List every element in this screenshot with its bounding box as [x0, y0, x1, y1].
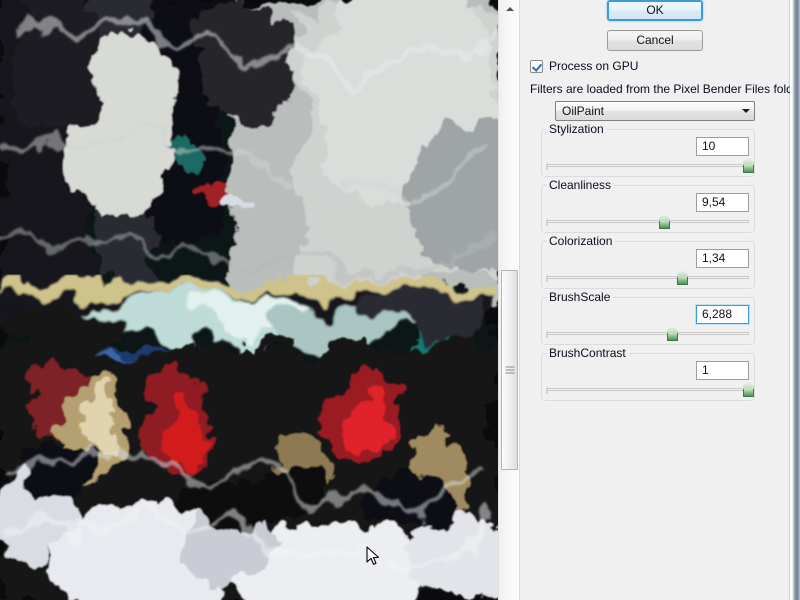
process-on-gpu-checkbox-row[interactable]: Process on GPU — [530, 59, 638, 73]
filters-folder-hint: Filters are loaded from the Pixel Bender… — [530, 82, 800, 96]
slider-track-stylization[interactable] — [546, 164, 749, 167]
slider-thumb-colorization[interactable] — [677, 270, 688, 285]
scrollbar-thumb[interactable] — [501, 270, 518, 470]
ok-button[interactable]: OK — [607, 0, 703, 21]
slider-group-cleanliness: Cleanliness9,54 — [541, 185, 755, 233]
slider-track-cleanliness[interactable] — [546, 220, 749, 223]
slider-thumb-body — [659, 221, 670, 229]
filter-controls-panel: OK Cancel Process on GPU Filters are loa… — [520, 0, 790, 600]
filter-select-dropdown[interactable]: OilPaint — [555, 101, 755, 121]
preview-vertical-scrollbar[interactable] — [498, 0, 520, 600]
slider-track-colorization[interactable] — [546, 276, 749, 279]
slider-thumb-head — [667, 326, 678, 333]
slider-label-colorization: Colorization — [546, 234, 615, 248]
chevron-down-icon[interactable] — [737, 102, 754, 120]
slider-value-input-cleanliness[interactable]: 9,54 — [696, 193, 749, 212]
triangle-up-icon — [506, 7, 514, 11]
slider-thumb-head — [659, 214, 670, 221]
slider-group-stylization: Stylization10 — [541, 129, 755, 177]
grip-lines-icon — [505, 367, 514, 374]
slider-thumb-body — [667, 333, 678, 341]
slider-label-cleanliness: Cleanliness — [546, 178, 614, 192]
slider-track-brushcontrast[interactable] — [546, 388, 749, 391]
slider-value-input-brushscale[interactable]: 6,288 — [696, 305, 749, 324]
slider-thumb-head — [743, 158, 754, 165]
cancel-button[interactable]: Cancel — [607, 30, 703, 51]
slider-thumb-head — [743, 382, 754, 389]
window-right-edge — [790, 0, 800, 600]
filter-select-value: OilPaint — [556, 104, 737, 118]
slider-value-input-stylization[interactable]: 10 — [696, 137, 749, 156]
scroll-up-arrow-button[interactable] — [499, 0, 520, 18]
slider-label-brushcontrast: BrushContrast — [546, 346, 629, 360]
slider-thumb-brushscale[interactable] — [667, 326, 678, 341]
slider-value-input-colorization[interactable]: 1,34 — [696, 249, 749, 268]
filter-dialog-window: OK Cancel Process on GPU Filters are loa… — [0, 0, 800, 600]
oil-paint-preview-art — [0, 0, 498, 600]
slider-group-colorization: Colorization1,34 — [541, 241, 755, 289]
slider-track-brushscale[interactable] — [546, 332, 749, 335]
slider-group-brushcontrast: BrushContrast1 — [541, 353, 755, 401]
slider-label-stylization: Stylization — [546, 122, 607, 136]
slider-group-brushscale: BrushScale6,288 — [541, 297, 755, 345]
slider-thumb-head — [677, 270, 688, 277]
slider-thumb-stylization[interactable] — [743, 158, 754, 173]
slider-thumb-body — [743, 389, 754, 397]
slider-label-brushscale: BrushScale — [546, 290, 613, 304]
slider-thumb-body — [743, 165, 754, 173]
slider-thumb-body — [677, 277, 688, 285]
slider-thumb-cleanliness[interactable] — [659, 214, 670, 229]
filter-preview-image[interactable] — [0, 0, 498, 600]
process-on-gpu-label: Process on GPU — [549, 59, 638, 73]
slider-thumb-brushcontrast[interactable] — [743, 382, 754, 397]
process-on-gpu-checkbox[interactable] — [530, 60, 543, 73]
slider-value-input-brushcontrast[interactable]: 1 — [696, 361, 749, 380]
